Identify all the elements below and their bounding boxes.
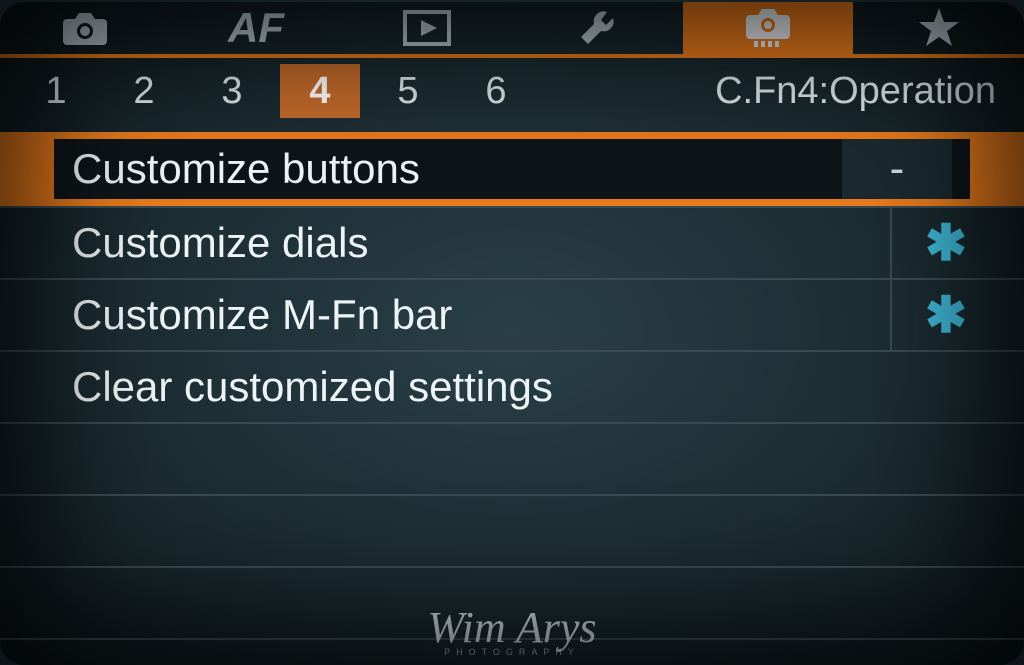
top-tab-bar: AF [0,2,1024,58]
camera-icon [63,11,107,45]
page-tab-1[interactable]: 1 [16,64,96,118]
play-icon [403,10,451,46]
tab-setup[interactable] [512,2,683,54]
menu-item-label: Clear customized settings [72,363,1000,411]
tab-mymenu[interactable] [853,2,1024,54]
page-tab-bar: 1 2 3 4 5 6 C.Fn4:Operation [0,58,1024,124]
menu-item-label: Customize dials [72,219,890,267]
watermark-main: Wim Arys [427,603,596,652]
menu-item-value: ✱ [890,208,1000,278]
tab-custom-functions[interactable] [683,2,854,54]
page-tab-2[interactable]: 2 [104,64,184,118]
menu-item-empty [0,496,1024,568]
wrench-icon [577,8,617,48]
page-tab-4[interactable]: 4 [280,64,360,118]
menu-item-label: Customize buttons [72,145,824,193]
tab-autofocus[interactable]: AF [171,2,342,54]
tab-playback[interactable] [341,2,512,54]
af-label: AF [228,4,284,52]
menu-item-value: ✱ [890,280,1000,350]
menu-item-value: - [842,139,952,199]
camera-custom-icon [744,7,792,49]
page-tab-6[interactable]: 6 [456,64,536,118]
menu-item-label: Customize M-Fn bar [72,291,890,339]
watermark: Wim Arys PHOTOGRAPHY [427,615,596,655]
menu-item-clear-customized[interactable]: Clear customized settings [0,352,1024,424]
watermark-sub: PHOTOGRAPHY [427,650,596,655]
page-tab-3[interactable]: 3 [192,64,272,118]
menu-list: Customize buttons - Customize dials ✱ Cu… [0,132,1024,640]
star-icon [917,6,961,50]
menu-item-customize-dials[interactable]: Customize dials ✱ [0,208,1024,280]
page-title: C.Fn4:Operation [715,70,1016,113]
menu-item-customize-mfn-bar[interactable]: Customize M-Fn bar ✱ [0,280,1024,352]
menu-item-empty [0,424,1024,496]
tab-camera[interactable] [0,2,171,54]
menu-item-customize-buttons[interactable]: Customize buttons - [0,132,1024,208]
page-tab-5[interactable]: 5 [368,64,448,118]
